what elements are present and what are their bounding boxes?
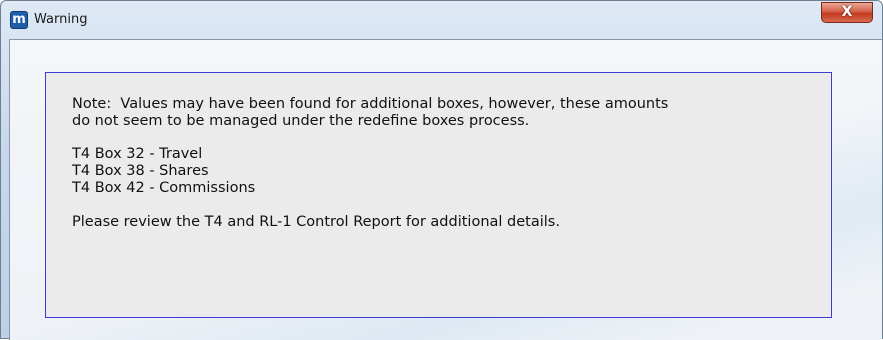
box-line-shares: T4 Box 38 - Shares	[72, 163, 209, 179]
app-icon-letter: m	[12, 12, 26, 27]
app-m-icon[interactable]: m	[10, 11, 28, 29]
close-button[interactable]: X	[821, 2, 873, 23]
message-panel: Note: Values may have been found for add…	[45, 72, 832, 318]
close-icon: X	[841, 4, 853, 20]
dialog-content: Note: Values may have been found for add…	[9, 39, 882, 340]
note-line-1: Note: Values may have been found for add…	[72, 96, 669, 112]
warning-dialog-window: m Warning X Note: Values may have been f…	[0, 0, 883, 340]
note-line-2: do not seem to be managed under the rede…	[72, 113, 530, 129]
box-line-travel: T4 Box 32 - Travel	[72, 146, 203, 162]
window-title: Warning	[34, 12, 88, 27]
title-bar[interactable]: m Warning X	[1, 1, 882, 39]
review-line: Please review the T4 and RL-1 Control Re…	[72, 214, 560, 230]
box-line-commissions: T4 Box 42 - Commissions	[72, 180, 256, 196]
